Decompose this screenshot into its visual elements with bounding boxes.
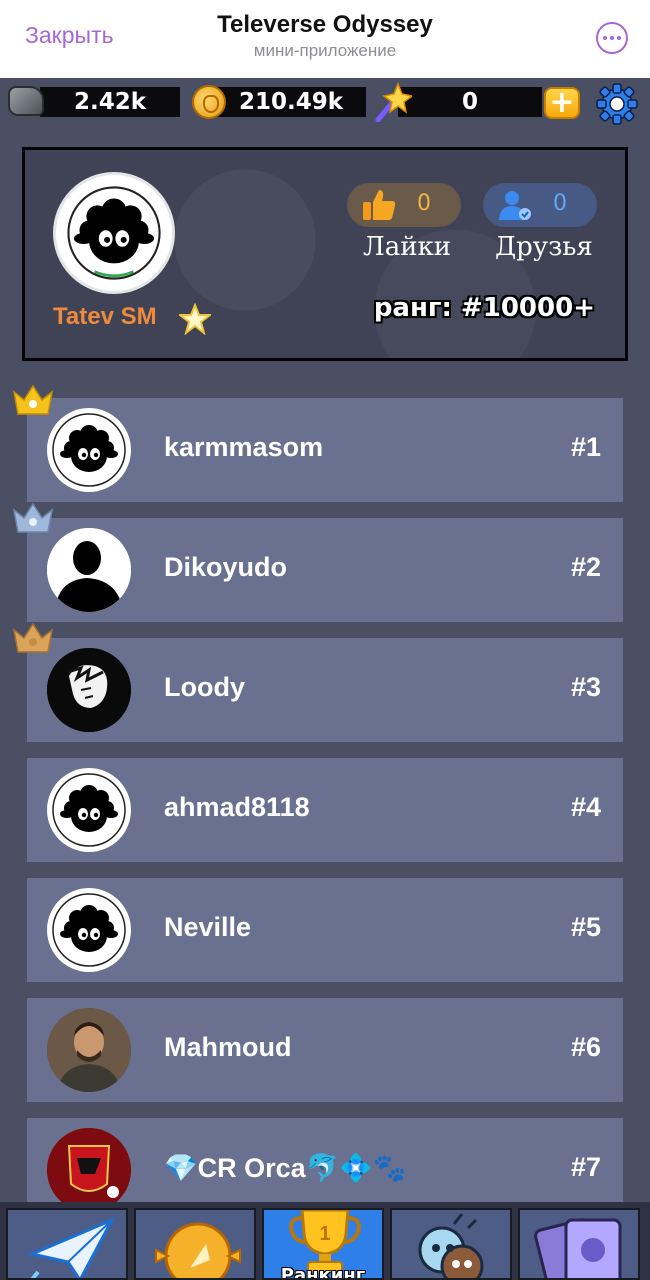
silver-crown-icon [12,502,54,533]
add-resource-button[interactable]: + [544,87,580,119]
player-name: karmmasom [164,432,324,462]
leaderboard-list[interactable]: karmmasom #1 Dikoyudo #2 Loody #3 ahmad8… [0,380,650,1202]
silhouette-avatar [47,528,131,612]
bronze-crown-icon [12,622,54,653]
star-icon [179,303,211,335]
player-name: 💎CR Orca🐬💠🐾 [164,1153,407,1183]
likes-pill[interactable]: 0 [347,183,461,227]
player-name: ahmad8118 [164,792,310,822]
club-logo-icon [47,1128,131,1202]
player-rank: #2 [570,552,601,582]
sheep-avatar [47,408,131,492]
settings-gear-icon[interactable] [596,83,638,125]
likes-label: Лайки [363,232,452,262]
sheep-avatar [47,888,131,972]
nav-friends[interactable] [390,1208,512,1280]
friends-pill[interactable]: 0 [483,183,597,227]
leaderboard-row[interactable]: ahmad8118 #4 [27,758,623,862]
more-dot-icon [617,36,621,40]
leaderboard-row[interactable]: Mahmoud #6 [27,998,623,1102]
stone-icon [8,86,44,116]
player-name: Loody [164,672,245,702]
sparkle-icon [375,82,412,122]
leaderboard-row[interactable]: Loody #3 [27,638,623,742]
player-name: Dikoyudo [164,552,288,582]
friends-characters-icon [418,1213,484,1278]
svg-text:1: 1 [319,1223,330,1245]
nav-cards[interactable] [518,1208,640,1280]
player-rank: #7 [570,1152,601,1182]
photo-avatar [47,1008,131,1092]
club-logo-avatar [47,1128,131,1202]
player-rank: #1 [570,432,601,462]
energy-counter: 0 [398,87,542,117]
app-subtitle: мини-приложение [253,41,397,60]
friends-count: 0 [553,191,567,216]
leaderboard-row[interactable]: Dikoyudo #2 [27,518,623,622]
more-dot-icon [610,36,614,40]
player-name: Neville [164,912,252,942]
person-photo-icon [47,1008,131,1092]
nav-telegram[interactable] [6,1208,128,1280]
resource-bar: 2.42k 210.49k 0 + [0,78,650,128]
title-block: Televerse Odyssey мини-приложение [0,10,650,62]
player-rank: #6 [570,1032,601,1062]
profile-avatar[interactable] [53,172,175,294]
rocket-coin-icon [155,1222,241,1278]
cards-icon [534,1218,622,1278]
thumbs-up-icon [363,190,396,220]
sheep-avatar [47,768,131,852]
sheep-icon [52,893,126,967]
sheep-icon [52,413,126,487]
telegram-header: Закрыть Televerse Odyssey мини-приложени… [0,0,650,78]
leaderboard-row[interactable]: 💎CR Orca🐬💠🐾 #7 [27,1118,623,1202]
coin-counter: 210.49k [216,87,366,117]
coin-icon [192,85,226,119]
more-dot-icon [603,36,607,40]
friend-user-icon [499,191,531,220]
app-title: Televerse Odyssey [217,11,433,38]
player-rank: #3 [570,672,601,702]
anime-avatar [47,648,131,732]
friends-label: Друзья [495,232,593,262]
more-menu-button[interactable] [596,22,628,54]
nav-ranking[interactable]: 1 Ранкинг [262,1208,384,1280]
bottom-nav: 1 Ранкинг [0,1202,650,1280]
profile-name: Tatev SM [53,303,157,330]
sheep-icon [52,773,126,847]
anime-character-icon [47,648,131,732]
stone-counter: 2.42k [40,87,180,117]
rank-text: ранг: #10000+ [373,293,595,323]
gold-crown-icon [12,384,54,415]
likes-count: 0 [417,191,431,216]
player-rank: #4 [570,792,601,822]
paper-plane-icon [27,1216,116,1278]
profile-panel: Tatev SM 0 0 Лайки Друзья ранг: #10000+ [22,147,628,361]
player-name: Mahmoud [164,1032,292,1062]
nav-ranking-label: Ранкинг [280,1265,366,1280]
sheep-icon [67,186,161,280]
nav-coin-boost[interactable] [134,1208,256,1280]
person-silhouette-icon [47,528,131,612]
player-rank: #5 [570,912,601,942]
leaderboard-row[interactable]: karmmasom #1 [27,398,623,502]
leaderboard-row[interactable]: Neville #5 [27,878,623,982]
